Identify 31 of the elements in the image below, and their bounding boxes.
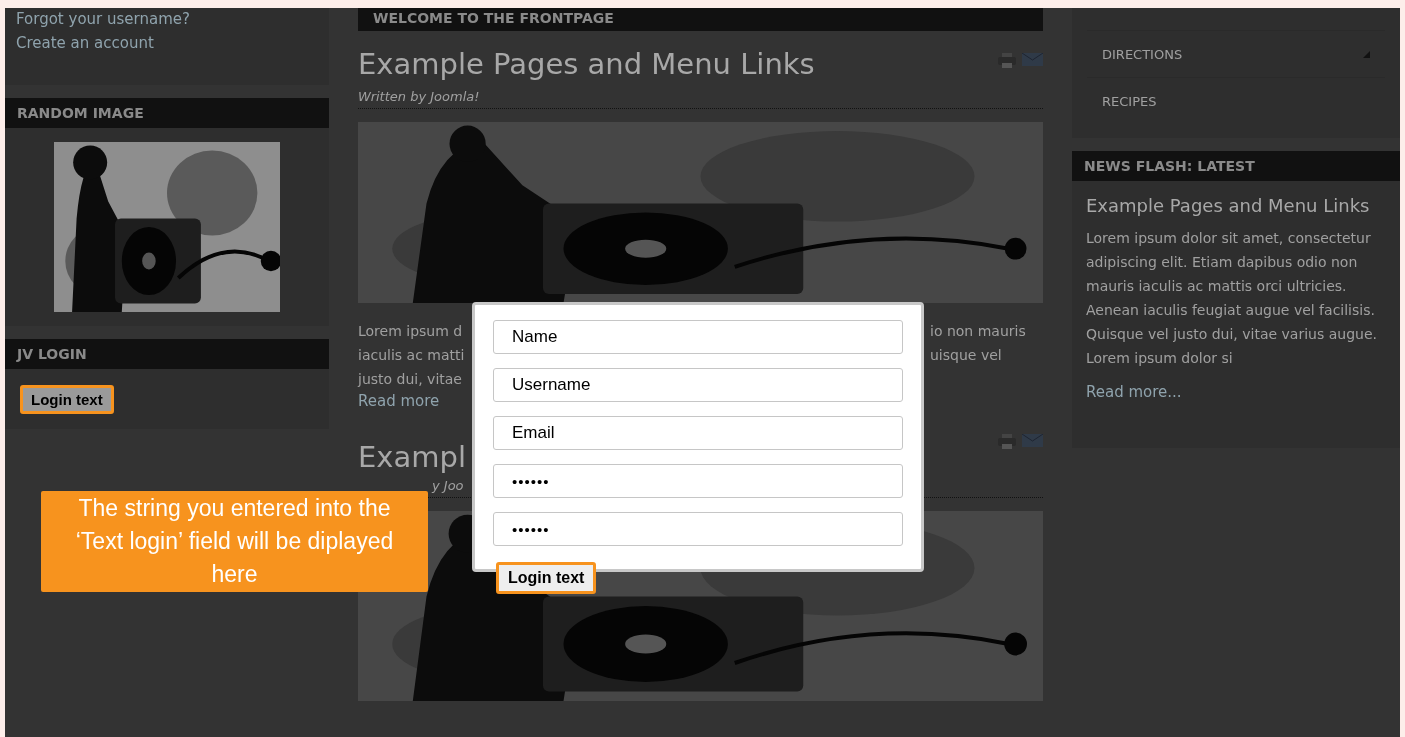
print-icon[interactable] [997,53,1017,68]
module-header: JV LOGIN [5,339,329,369]
paragraph-fragment: justo dui, vitae [358,370,462,389]
login-button[interactable]: Login text [20,385,114,414]
module-header: RANDOM IMAGE [5,98,329,128]
read-more-link[interactable]: Read more... [1086,383,1182,401]
link[interactable]: Create an account [16,34,318,52]
print-icon[interactable] [997,434,1017,449]
module-header: NEWS FLASH: LATEST [1072,151,1400,181]
article-title[interactable]: Example Pages and Menu Links [358,47,815,81]
password-field[interactable]: •••••• [493,512,903,546]
menu-item[interactable]: DIRECTIONS [1087,30,1385,77]
paragraph-fragment: iaculis ac matti [358,346,465,365]
news-text: Lorem ipsum dolor sit amet, consectetur adipiscing elit. Etiam dapibus odio non mauris iaculis ac mattis orci ultricies. Aenean iaculis feugiat augue vel facilisis. Quisque vel justo dui, vitae varius augue. Lorem ipsum dolor si [1086,229,1378,368]
paragraph-fragment: uisque vel [930,346,1002,365]
input-field[interactable]: Name [493,320,903,354]
section-header: WELCOME TO THE FRONTPAGE [358,8,1043,31]
input-field[interactable]: Username [493,368,903,402]
read-more-link[interactable]: Read more [358,392,440,410]
login-button[interactable]: Login text [496,562,597,594]
menu-item[interactable]: RECIPES [1087,77,1385,124]
password-field[interactable]: •••••• [493,464,903,498]
paragraph-fragment: Lorem ipsum d [358,322,463,341]
article-title[interactable]: Exampl [358,440,466,474]
input-field[interactable]: Email [493,416,903,450]
news-headline[interactable]: Example Pages and Menu Links [1086,195,1386,216]
link[interactable]: Forgot your username? [16,10,318,28]
author-line: Written by Joomla! [358,89,1043,109]
annotation-callout: The string you entered into the ‘Text login’ field will be diplayed here [41,491,428,592]
author-line: y Joo [432,478,464,493]
paragraph-fragment: io non mauris [930,322,1026,341]
